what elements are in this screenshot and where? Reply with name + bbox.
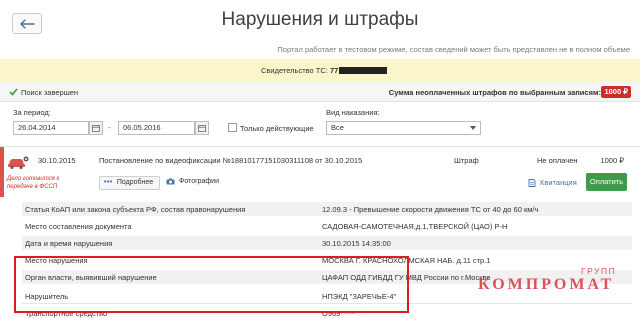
- detail-key: Место составления документа: [25, 222, 132, 231]
- details-toggle-button[interactable]: ••• Подробнее: [99, 176, 161, 190]
- only-active-label: Только действующие: [240, 124, 314, 133]
- only-active-checkbox[interactable]: [228, 123, 237, 132]
- pay-button[interactable]: Оплатить: [586, 173, 627, 191]
- calendar-icon: [92, 125, 100, 132]
- page-title: Нарушения и штрафы: [221, 9, 419, 30]
- fine-status: Не оплачен: [537, 156, 578, 165]
- highlight-box: [14, 256, 409, 313]
- punishment-label: Вид наказания:: [326, 108, 380, 117]
- detail-key: Дата и время нарушения: [25, 239, 113, 248]
- receipt-icon: [528, 178, 536, 187]
- detail-value: САДОВАЯ-САМОТЕЧНАЯ,д.1,ТВЕРСКОЙ (ЦАО) Р-…: [322, 222, 508, 231]
- watermark-small: ГРУПП: [581, 266, 617, 276]
- period-label: За период:: [13, 108, 51, 117]
- fssp-note: Дело готовится к передаче в ФССП: [7, 176, 60, 190]
- check-icon: [9, 88, 18, 96]
- fine-amount: 1000 ₽: [600, 156, 624, 165]
- detail-value: 12.09.3 - Превышение скорости движения Т…: [322, 205, 539, 214]
- fine-type: Штраф: [454, 156, 479, 165]
- fine-title: Постановление по видеофиксации №18810177…: [99, 156, 363, 165]
- search-status-row: Поиск завершен Сумма неоплаченных штрафо…: [0, 82, 640, 102]
- unpaid-total-label: Сумма неоплаченных штрафов по выбранным …: [388, 88, 601, 97]
- page-header: Нарушения и штрафы Портал работает в тес…: [0, 0, 640, 58]
- certificate-redaction: [339, 67, 388, 74]
- car-camera-icon: [8, 156, 29, 169]
- detail-row: Статья КоАП или закона субъекта РФ, сост…: [22, 202, 632, 216]
- fine-date: 30.10.2015: [38, 156, 76, 165]
- calendar-from-button[interactable]: [89, 121, 103, 135]
- chevron-down-icon: [470, 126, 476, 130]
- filters-panel: За период: 26.04.2014 - 06.05.2016 Тольк…: [0, 104, 640, 144]
- certificate-value: 77: [329, 66, 339, 75]
- detail-value: 30.10.2015 14:35:00: [322, 239, 391, 248]
- date-to-input[interactable]: 06.05.2016: [118, 121, 195, 135]
- punishment-select[interactable]: Все: [326, 121, 481, 135]
- details-toggle-label: Подробнее: [116, 179, 154, 186]
- detail-row: Место составления документа САДОВАЯ-САМО…: [22, 219, 632, 233]
- unpaid-total-badge: 1000 ₽: [601, 86, 631, 98]
- calendar-icon: [198, 125, 206, 132]
- certificate-label: Свидетельство ТС:: [261, 66, 328, 75]
- punishment-select-value: Все: [331, 123, 344, 132]
- search-done-label: Поиск завершен: [21, 88, 79, 97]
- more-dots-icon: •••: [104, 179, 113, 186]
- watermark: ГРУПП КОМПРОМАТ: [478, 266, 615, 294]
- photos-link[interactable]: Фотографии: [166, 178, 219, 185]
- overdue-stripe: [0, 147, 4, 197]
- portal-note: Портал работает в тестовом режиме, соста…: [277, 45, 630, 54]
- photos-label: Фотографии: [179, 178, 220, 185]
- calendar-to-button[interactable]: [195, 121, 209, 135]
- certificate-info: Свидетельство ТС: 77: [261, 66, 388, 75]
- date-separator: -: [108, 123, 111, 132]
- date-from-input[interactable]: 26.04.2014: [13, 121, 89, 135]
- camera-icon: [166, 178, 175, 185]
- certificate-bar: Свидетельство ТС: 77: [0, 59, 640, 82]
- receipt-link[interactable]: Квитанция: [528, 178, 577, 187]
- receipt-label: Квитанция: [540, 178, 577, 187]
- watermark-main: КОМПРОМАТ: [478, 276, 615, 293]
- detail-key: Статья КоАП или закона субъекта РФ, сост…: [25, 205, 246, 214]
- fine-record: 30.10.2015 Постановление по видеофиксаци…: [0, 146, 640, 197]
- detail-row: Дата и время нарушения 30.10.2015 14:35:…: [22, 236, 632, 250]
